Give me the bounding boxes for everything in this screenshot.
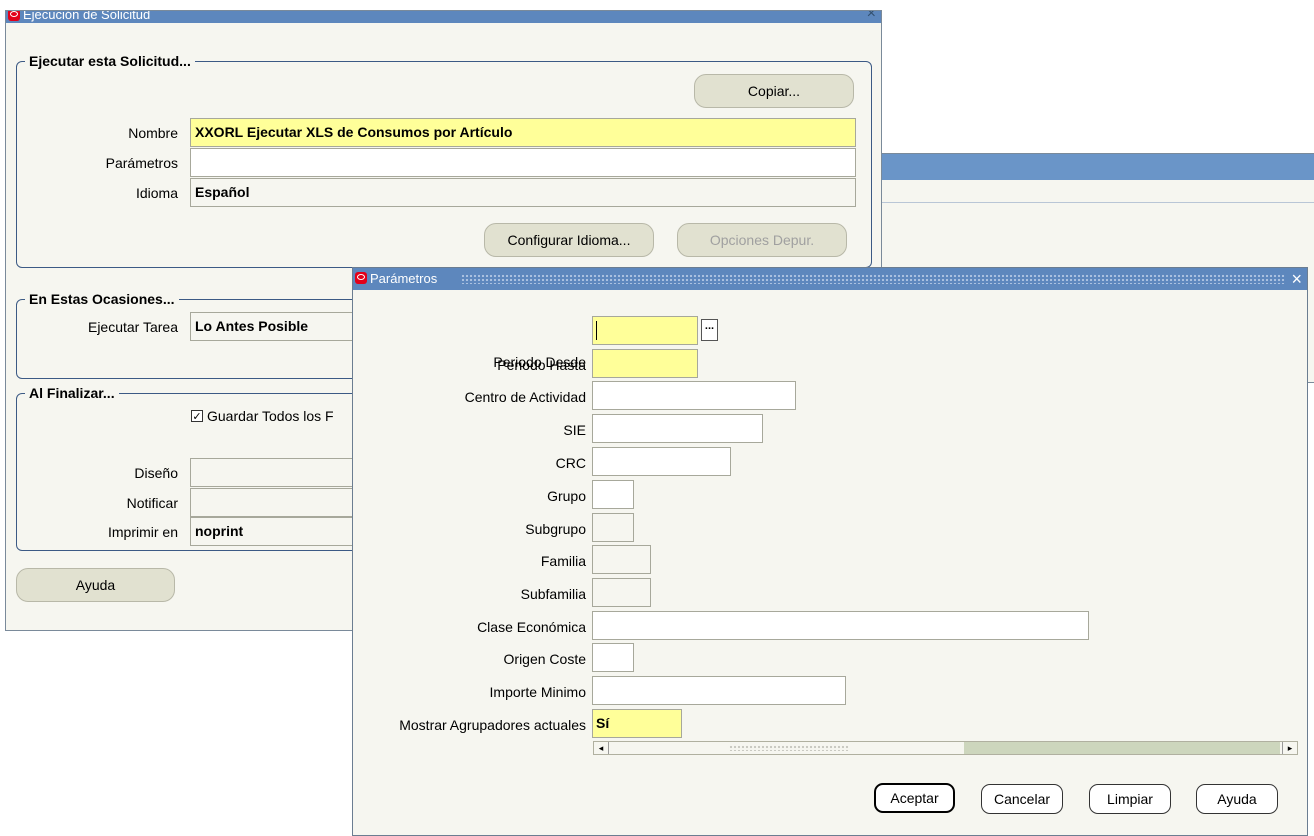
copy-button[interactable]: Copiar...	[694, 74, 854, 108]
configure-language-button[interactable]: Configurar Idioma...	[484, 223, 654, 257]
name-field[interactable]: XXORL Ejecutar XLS de Consumos por Artíc…	[190, 118, 856, 147]
clear-button-label: Limpiar	[1107, 791, 1153, 807]
family-label: Familia	[540, 553, 586, 569]
subgroup-field	[592, 513, 634, 542]
period-to-label: Periodo Hasta	[497, 357, 586, 373]
oracle-logo-icon	[8, 11, 20, 21]
layout-label: Diseño	[134, 465, 178, 481]
close-icon[interactable]: ×	[1291, 268, 1302, 290]
scroll-left-icon[interactable]: ◂	[594, 742, 609, 754]
activity-center-label: Centro de Actividad	[464, 389, 586, 405]
schedule-group-title: En Estas Ocasiones...	[25, 290, 179, 308]
economic-class-label: Clase Económica	[477, 619, 586, 635]
subgroup-label: Subgrupo	[525, 521, 586, 537]
family-field	[592, 545, 651, 574]
titlebar-pattern	[461, 274, 1285, 284]
name-label: Nombre	[128, 125, 178, 141]
run-request-group: Ejecutar esta Solicitud... Copiar... Nom…	[16, 52, 872, 268]
completion-group-title: Al Finalizar...	[25, 384, 119, 402]
parameters-dialog: Parámetros × Periodo Desde ... Periodo H…	[352, 267, 1308, 836]
help-button[interactable]: Ayuda	[1196, 784, 1278, 814]
ellipsis-icon: ...	[704, 320, 715, 332]
clear-button[interactable]: Limpiar	[1089, 784, 1171, 814]
accept-button[interactable]: Aceptar	[874, 783, 955, 813]
hidden-window-divider	[871, 202, 1314, 203]
oracle-logo-icon	[355, 272, 367, 284]
close-icon[interactable]: ×	[867, 11, 876, 23]
parameters-field[interactable]	[190, 148, 856, 177]
scroll-right-icon[interactable]: ▸	[1282, 742, 1297, 754]
activity-center-field[interactable]	[592, 381, 796, 410]
notify-label: Notificar	[126, 495, 178, 511]
group-label: Grupo	[547, 488, 586, 504]
help-button-label: Ayuda	[1217, 791, 1257, 807]
cancel-button[interactable]: Cancelar	[981, 784, 1063, 814]
subfamily-field	[592, 578, 651, 607]
save-files-checkbox[interactable]: ✓	[191, 410, 203, 423]
show-current-groupers-label: Mostrar Agrupadores actuales	[399, 717, 586, 733]
hidden-window-titlebar	[871, 154, 1314, 180]
print-label: Imprimir en	[107, 524, 178, 540]
text-cursor	[596, 321, 597, 340]
scroll-track-pattern	[729, 745, 849, 751]
run-request-group-title: Ejecutar esta Solicitud...	[25, 52, 195, 70]
economic-class-field[interactable]	[592, 611, 1089, 640]
show-current-groupers-field[interactable]: Sí	[592, 709, 682, 738]
cancel-button-label: Cancelar	[993, 791, 1051, 807]
crc-label: CRC	[555, 455, 586, 471]
horizontal-scrollbar[interactable]: ◂ ▸	[593, 741, 1298, 755]
minimum-amount-field[interactable]	[592, 676, 846, 705]
save-files-label: Guardar Todos los F	[207, 408, 334, 424]
sie-field[interactable]	[592, 414, 763, 443]
sie-label: SIE	[563, 422, 586, 438]
cost-origin-label: Origen Coste	[503, 651, 586, 667]
parameters-label: Parámetros	[105, 155, 178, 171]
debug-options-button: Opciones Depur.	[677, 223, 847, 257]
crc-field[interactable]	[592, 447, 731, 476]
minimum-amount-label: Importe Minimo	[489, 684, 586, 700]
period-to-field[interactable]	[592, 349, 698, 378]
cost-origin-field[interactable]	[592, 643, 634, 672]
period-from-field[interactable]	[592, 316, 698, 345]
run-task-label: Ejecutar Tarea	[87, 319, 178, 335]
request-window-title: Ejecución de Solicitud	[23, 11, 151, 22]
help-button[interactable]: Ayuda	[16, 568, 175, 602]
parameters-dialog-title: Parámetros	[370, 271, 438, 286]
language-label: Idioma	[135, 185, 178, 201]
parameters-dialog-titlebar[interactable]: Parámetros ×	[353, 268, 1307, 290]
accept-button-label: Aceptar	[890, 790, 939, 806]
scroll-thumb[interactable]	[964, 742, 1280, 754]
request-window-titlebar[interactable]: Ejecución de Solicitud ×	[6, 11, 881, 23]
period-from-lov-button[interactable]: ...	[701, 319, 718, 341]
group-field[interactable]	[592, 480, 634, 509]
subfamily-label: Subfamilia	[520, 586, 586, 602]
language-field[interactable]: Español	[190, 178, 856, 207]
